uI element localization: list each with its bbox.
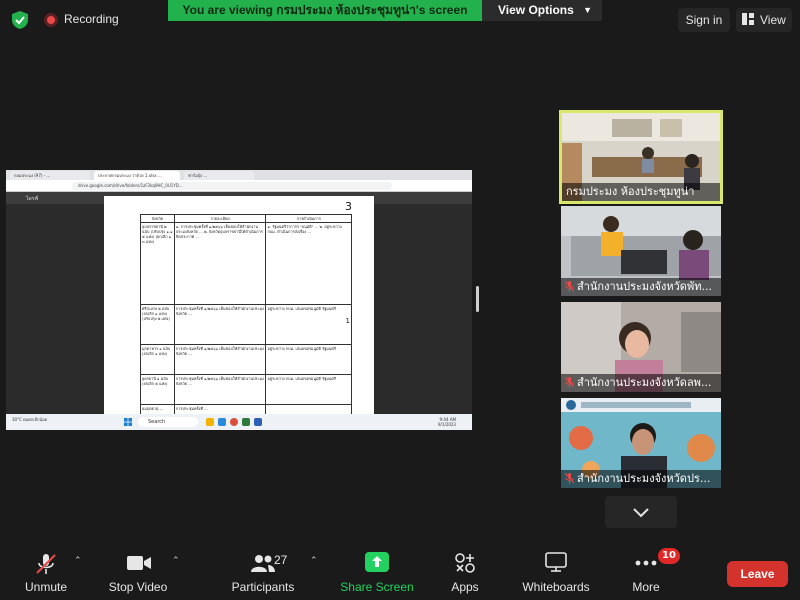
table-header: รายละเอียด (173, 214, 267, 223)
participants-button[interactable]: 27 Participants (228, 540, 298, 600)
table-cell: อุดรธานี ๑ ฉบับ (ยกเลิก ๕ แห่ง) (140, 374, 175, 405)
grid-view-icon (742, 13, 754, 25)
drive-title: ไดรฟ์ (26, 196, 38, 202)
table-row: ศรีสะเกษ ๒ ฉบับ (ยกเลิก ๑ แห่ง) (ปรับปรุ… (140, 304, 352, 345)
participant-name: สำนักงานประมงจังหวัดพัท... (577, 280, 712, 293)
leave-button[interactable]: Leave (727, 561, 788, 587)
view-options-label: View Options (498, 3, 574, 17)
table-cell: ๑. การประชุมครั้งที่ ๑/๒๕๖๖ เห็นชอบให้สำ… (173, 222, 267, 305)
video-tile[interactable]: สำนักงานประมงจังหวัดพัท... (561, 206, 721, 296)
taskbar-clock: 9:44 AM 9/1/2023 (438, 417, 456, 427)
recording-label: Recording (64, 12, 119, 26)
edge-icon[interactable] (218, 418, 226, 426)
document-page: 3 จังหวัด รายละเอียด การดำเนินการ อุบลรา… (104, 196, 374, 418)
page-number: 3 (345, 200, 352, 213)
whiteboards-label: Whiteboards (522, 580, 590, 594)
chevron-up-icon[interactable]: ⌃ (74, 556, 82, 566)
chrome-icon[interactable] (230, 418, 238, 426)
video-tile-active-speaker[interactable]: กรมประมง ห้องประชุมทูน่า (559, 110, 723, 204)
browser-tab[interactable]: ฟาร์มบุ้ง ... (184, 171, 254, 180)
view-options-button[interactable]: View Options ▼ (482, 0, 602, 21)
taskbar-search[interactable]: Search (138, 417, 198, 427)
browser-tab-bar: กลมประมง (97) - ... ประกาศกรมประมง ว่าด้… (6, 170, 472, 180)
taskbar-date: 9/1/2023 (438, 422, 456, 427)
share-screen-label: Share Screen (340, 580, 414, 594)
apps-icon (455, 553, 475, 573)
table-cell: การประชุมครั้งที่ ๑/๒๕๖๖ เห็นชอบให้สำนัก… (173, 344, 267, 375)
participant-name: สำนักงานประมงจังหวัดลพ... (577, 376, 712, 389)
stop-video-label: Stop Video (108, 580, 168, 594)
more-label: More (632, 580, 660, 594)
unmute-label: Unmute (24, 580, 68, 594)
tile-caption: กรมประมง ห้องประชุมทูน่า (562, 183, 720, 201)
table-header: จังหวัด (140, 214, 175, 223)
shared-screen[interactable]: กลมประมง (97) - ... ประกาศกรมประมง ว่าด้… (6, 170, 472, 430)
table-row: อุบลราชธานี ๒ ฉบับ (ปรับปรุง ๑,๑ ๕ แห่ง)… (140, 222, 352, 305)
file-explorer-icon[interactable] (206, 418, 214, 426)
recording-icon[interactable] (44, 13, 58, 27)
shield-icon[interactable] (10, 10, 30, 30)
table-cell: อุบลราชธานี ๒ ฉบับ (ปรับปรุง ๑,๑ ๕ แห่ง)… (140, 222, 175, 305)
chevron-down-icon (633, 508, 649, 518)
share-screen-button[interactable]: Share Screen (338, 540, 416, 600)
chevron-down-icon: ▼ (583, 5, 592, 15)
video-camera-icon (127, 556, 151, 570)
table-row: มุกดาหาร ๑ ฉบับ (ยกเลิก ๑ แห่ง) การประชุ… (140, 344, 352, 375)
table-cell: อยู่ระหว่าง กบม. เสนอขอรมนูมัติ รัฐมนตรี… (265, 304, 352, 345)
participants-label: Participants (231, 580, 295, 594)
tile-caption: สำนักงานประมงจังหวัดพัท... (561, 278, 721, 296)
table-cell-text: อยู่ระหว่าง กบม. เสนอขอรมนูมัติ รัฐมนตรี (267, 306, 336, 311)
participants-count: 27 (274, 553, 288, 567)
table-cell: การประชุมครั้งที่ ๑/๒๕๖๖ เห็นชอบให้สำนัก… (173, 304, 267, 345)
mic-muted-icon (565, 377, 574, 388)
tile-caption: สำนักงานประมงจังหวัดลพ... (561, 374, 721, 392)
table-cell: ศรีสะเกษ ๒ ฉบับ (ยกเลิก ๑ แห่ง) (ปรับปรุ… (140, 304, 175, 345)
chevron-up-icon[interactable]: ⌃ (310, 556, 318, 566)
table-cell: อยู่ระหว่าง กบม. เสนอขอรมนูมัติ รัฐมนตรี (265, 344, 352, 375)
whiteboards-button[interactable]: Whiteboards (514, 540, 598, 600)
side-note: 1 (345, 317, 350, 325)
table-cell: มุกดาหาร ๑ ฉบับ (ยกเลิก ๑ แห่ง) (140, 344, 175, 375)
tile-caption: สำนักงานประมงจังหวัดปร... (561, 470, 721, 488)
sign-in-button[interactable]: Sign in (678, 8, 730, 32)
notification-badge: 10 (658, 548, 680, 564)
mic-muted-icon (565, 281, 574, 292)
more-dots-icon (635, 560, 657, 566)
windows-taskbar: 30°C ฝนตกเล็กน้อย Search 9:44 AM 9/1/202… (6, 414, 472, 430)
video-tile[interactable]: สำนักงานประมงจังหวัดลพ... (561, 302, 721, 392)
table-row: อุดรธานี ๑ ฉบับ (ยกเลิก ๕ แห่ง) การประชุ… (140, 374, 352, 405)
browser-tab-active[interactable]: ประกาศกรมประมง ว่าด้วย 1.xlsx ... (94, 171, 180, 180)
document-table: จังหวัด รายละเอียด การดำเนินการ อุบลราชธ… (140, 214, 352, 417)
mic-muted-icon (36, 554, 56, 574)
browser-address-bar: drive.google.com/drive/folders/1zF2kq9HC… (6, 180, 472, 192)
table-header: การดำเนินการ (265, 214, 352, 223)
word-icon[interactable] (254, 418, 262, 426)
excel-icon[interactable] (242, 418, 250, 426)
apps-label: Apps (451, 580, 479, 594)
browser-tab[interactable]: กลมประมง (97) - ... (10, 171, 90, 180)
chevron-up-icon[interactable]: ⌃ (172, 556, 180, 566)
whiteboard-icon (545, 552, 567, 572)
mic-muted-icon (565, 473, 574, 484)
participant-name: กรมประมง ห้องประชุมทูน่า (566, 185, 695, 198)
table-cell: อยู่ระหว่าง กบม. เสนอขอรมนูมัติ รัฐมนตรี (265, 374, 352, 405)
table-cell: การประชุมครั้งที่ ๑/๒๕๖๖ เห็นชอบให้สำนัก… (173, 374, 267, 405)
unmute-button[interactable]: Unmute (14, 540, 78, 600)
taskbar-weather[interactable]: 30°C ฝนตกเล็กน้อย (12, 417, 47, 422)
table-cell: ๑. รัฐมนตรีว่าการฯ "อนุมัติ" ... ๒. อยู่… (265, 222, 352, 305)
apps-button[interactable]: Apps (440, 540, 490, 600)
participant-name: สำนักงานประมงจังหวัดปร... (577, 472, 711, 485)
video-tile[interactable]: สำนักงานประมงจังหวัดปร... (561, 398, 721, 488)
stop-video-button[interactable]: Stop Video (104, 540, 172, 600)
split-resize-handle[interactable] (476, 286, 479, 312)
view-label: View (760, 13, 786, 27)
viewing-banner: You are viewing กรมประมง ห้องประชุมทูน่า… (168, 0, 482, 21)
scroll-down-button[interactable] (605, 496, 677, 528)
share-screen-icon (365, 552, 389, 572)
windows-start-icon[interactable] (124, 418, 132, 426)
url-field[interactable]: drive.google.com/drive/folders/1zF2kq9HC… (72, 182, 392, 190)
meeting-toolbar: Unmute ⌃ Stop Video ⌃ 27 Participants ⌃ … (0, 540, 800, 600)
participants-icon (251, 555, 275, 572)
